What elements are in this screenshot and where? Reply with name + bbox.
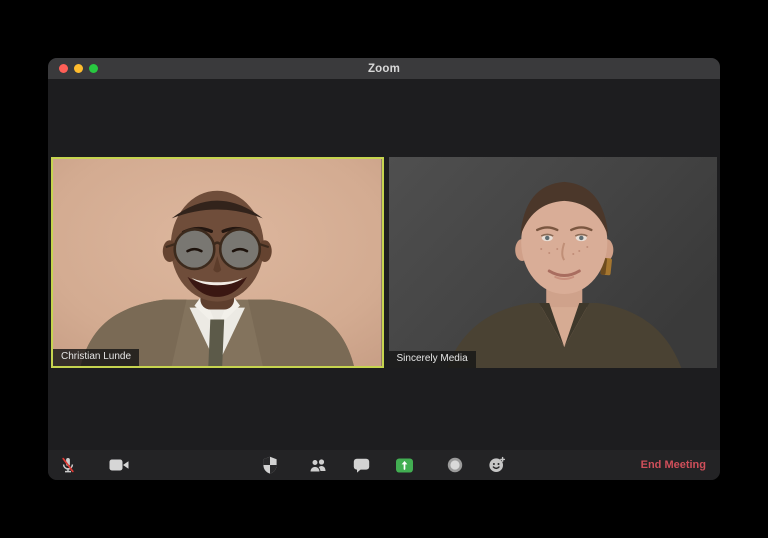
participant-portrait-woman [388,157,717,368]
window-title: Zoom [367,62,401,75]
desktop: Zoom Christian Lunde Sincerely Media End… [0,0,768,538]
video-tile-christian-lunde[interactable]: Christian Lunde [51,157,384,368]
participant-name-label: Christian Lunde [53,349,140,366]
microphone-muted-icon [62,457,74,473]
record-icon [447,457,463,473]
video-button[interactable] [105,450,133,480]
video-tiles: Christian Lunde Sincerely Media [51,157,717,368]
participants-button[interactable] [304,450,332,480]
reactions-button[interactable] [483,450,511,480]
zoom-window: Zoom Christian Lunde Sincerely Media End… [48,58,720,480]
participants-icon [309,458,326,472]
mute-button[interactable] [54,450,82,480]
chat-bubble-icon [353,458,369,473]
participant-portrait-man [53,159,382,366]
video-tile-sincerely-media[interactable]: Sincerely Media [388,157,717,368]
end-meeting-button[interactable]: End Meeting [641,450,706,480]
shield-icon [263,456,277,474]
reactions-icon [489,456,506,472]
security-button[interactable] [256,450,284,480]
chat-button[interactable] [347,450,375,480]
record-button[interactable] [441,450,469,480]
meeting-toolbar: End Meeting [48,450,720,480]
participant-name-label: Sincerely Media [388,351,476,368]
video-camera-icon [109,459,129,471]
share-screen-button[interactable] [390,450,418,480]
video-stage: Christian Lunde Sincerely Media [48,79,720,450]
title-bar[interactable]: Zoom [48,58,720,79]
share-screen-icon [395,458,413,472]
